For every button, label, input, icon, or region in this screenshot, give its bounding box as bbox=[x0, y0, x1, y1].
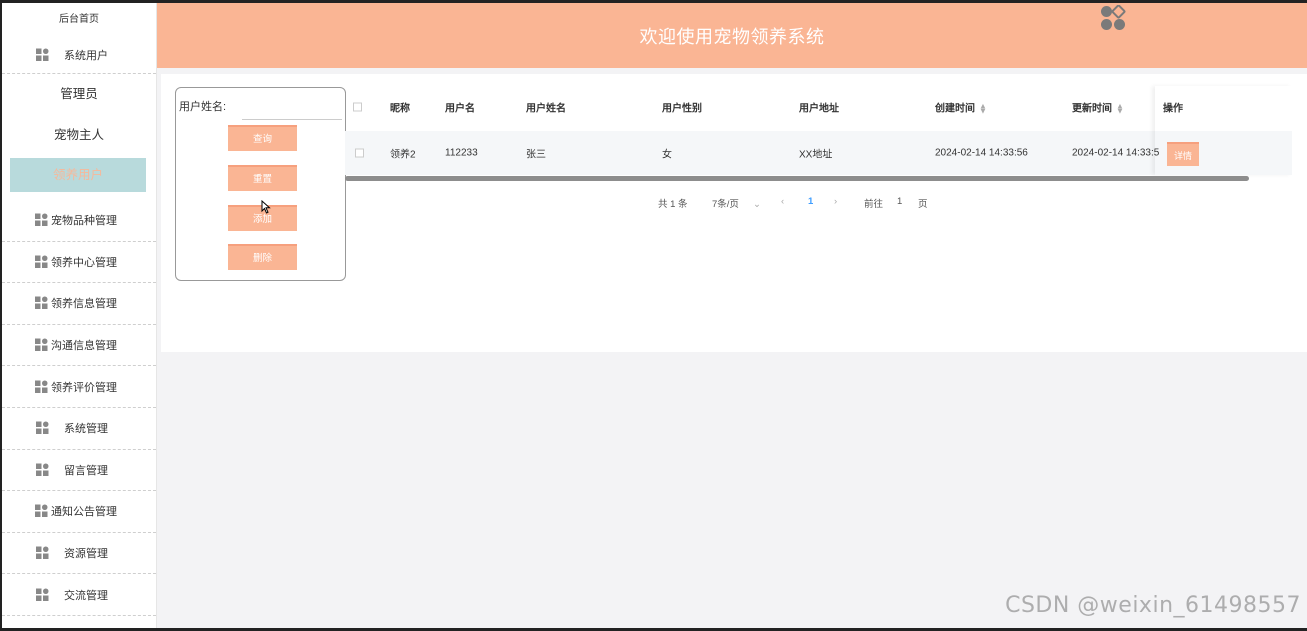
cell-address: XX地址 bbox=[799, 149, 833, 161]
sidebar-sub-adopter[interactable]: 领养用户 bbox=[10, 158, 146, 192]
cell-nickname: 领养2 bbox=[390, 149, 416, 161]
page-size-value: 7条/页 bbox=[712, 199, 739, 210]
sidebar-item-label: 领养信息管理 bbox=[51, 298, 117, 311]
sidebar-item-label: 系统管理 bbox=[64, 423, 108, 436]
sidebar-item-label: 资源管理 bbox=[64, 548, 108, 561]
page-header: 欢迎使用宠物领养系统 bbox=[157, 3, 1307, 68]
header-address: 用户地址 bbox=[799, 103, 839, 115]
detail-button[interactable]: 详情 bbox=[1167, 142, 1199, 166]
cell-created: 2024-02-14 14:33:56 bbox=[935, 147, 1028, 159]
sidebar-item-adoption-info[interactable]: 领养信息管理 bbox=[2, 283, 156, 325]
table-horizontal-scrollbar[interactable] bbox=[345, 176, 1249, 181]
sidebar-sub-pet-owner[interactable]: 宠物主人 bbox=[2, 115, 156, 156]
sidebar-item-resources[interactable]: 资源管理 bbox=[2, 533, 156, 575]
menu-icon bbox=[35, 504, 48, 518]
sidebar-item-adoption-center[interactable]: 领养中心管理 bbox=[2, 242, 156, 284]
page-suffix: 页 bbox=[918, 199, 928, 210]
menu-icon bbox=[36, 546, 49, 560]
sort-icon[interactable]: ▲ ▼ bbox=[979, 102, 987, 115]
sidebar-item-label: 留言管理 bbox=[64, 464, 108, 477]
cell-username: 112233 bbox=[445, 147, 478, 159]
header-gender: 用户性别 bbox=[662, 103, 702, 115]
current-page[interactable]: 1 bbox=[808, 196, 813, 207]
menu-icon bbox=[35, 338, 48, 352]
chevron-down-icon: ⌄ bbox=[752, 199, 761, 210]
next-page-icon[interactable]: › bbox=[834, 196, 837, 207]
menu-icon bbox=[36, 421, 49, 435]
row-checkbox[interactable] bbox=[355, 148, 364, 158]
users-table: 昵称 用户名 用户姓名 用户性别 用户地址 创建时间 ▲ ▼ 更新时间 ▲ ▼ 操作 领… bbox=[345, 86, 1292, 175]
table-header: 昵称 用户名 用户姓名 用户性别 用户地址 创建时间 ▲ ▼ 更新时间 ▲ ▼ 操作 bbox=[345, 86, 1292, 128]
page-size-select[interactable]: 7条/页 ⌄ bbox=[712, 196, 761, 210]
username-search-label: 用户姓名: bbox=[179, 101, 227, 113]
table-row: 领养2 112233 张三 女 XX地址 2024-02-14 14:33:56… bbox=[345, 131, 1292, 175]
header-nickname: 昵称 bbox=[390, 103, 410, 115]
goto-page-input[interactable]: 1 bbox=[897, 196, 902, 207]
menu-icon bbox=[35, 380, 48, 393]
sidebar-item-pet-breed[interactable]: 宠物品种管理 bbox=[2, 200, 156, 242]
sidebar-item-label: 领养评价管理 bbox=[51, 381, 117, 394]
header-username: 用户名 bbox=[445, 103, 475, 115]
query-button[interactable]: 查询 bbox=[228, 125, 297, 151]
header-updated[interactable]: 更新时间 ▲ ▼ bbox=[1072, 100, 1124, 115]
delete-button[interactable]: 删除 bbox=[228, 244, 297, 270]
sort-icon[interactable]: ▲ ▼ bbox=[1116, 102, 1124, 115]
sidebar-item-system[interactable]: 系统管理 bbox=[2, 408, 156, 450]
mouse-cursor-icon bbox=[261, 200, 271, 214]
reset-button[interactable]: 重置 bbox=[228, 165, 297, 191]
clover-logo-icon bbox=[1101, 5, 1126, 30]
menu-icon bbox=[35, 213, 48, 227]
header-created[interactable]: 创建时间 ▲ ▼ bbox=[935, 100, 987, 115]
sidebar-item-communication[interactable]: 沟通信息管理 bbox=[2, 325, 156, 367]
select-all-checkbox[interactable] bbox=[353, 102, 362, 112]
search-panel: 用户姓名: 查询 重置 添加 删除 bbox=[175, 87, 346, 281]
sidebar-item-exchange[interactable]: 交流管理 bbox=[2, 574, 156, 616]
sidebar-item-notices[interactable]: 通知公告管理 bbox=[2, 491, 156, 533]
header-realname: 用户姓名 bbox=[526, 103, 566, 115]
menu-icon bbox=[36, 48, 49, 61]
sidebar-item-label: 交流管理 bbox=[64, 589, 108, 602]
sidebar-item-label: 宠物品种管理 bbox=[51, 215, 117, 228]
menu-icon bbox=[36, 463, 49, 476]
header-updated-label: 更新时间 bbox=[1072, 103, 1112, 115]
page-title: 欢迎使用宠物领养系统 bbox=[639, 27, 825, 47]
pagination-total: 共 1 条 bbox=[658, 199, 688, 210]
header-created-label: 创建时间 bbox=[935, 103, 975, 115]
sidebar-item-home[interactable]: 后台首页 bbox=[2, 3, 156, 36]
sidebar-item-label: 系统用户 bbox=[64, 49, 108, 62]
sidebar-item-review[interactable]: 领养评价管理 bbox=[2, 366, 156, 408]
menu-icon bbox=[36, 588, 49, 601]
sidebar-item-label: 领养中心管理 bbox=[51, 256, 117, 269]
sidebar-sub-admin[interactable]: 管理员 bbox=[2, 74, 156, 115]
sidebar-item-system-user[interactable]: 系统用户 bbox=[2, 36, 156, 74]
menu-icon bbox=[35, 296, 48, 310]
username-search-input[interactable] bbox=[242, 96, 342, 120]
goto-label: 前往 bbox=[864, 199, 884, 210]
header-action: 操作 bbox=[1163, 103, 1183, 115]
watermark: CSDN @weixin_61498557 bbox=[1005, 593, 1301, 618]
cell-updated: 2024-02-14 14:33:5 bbox=[1072, 147, 1160, 159]
sidebar: 后台首页 系统用户 管理员 宠物主人 领养用户 宠物品种管理 领养中心管理 领养… bbox=[0, 3, 157, 628]
cell-realname: 张三 bbox=[526, 149, 546, 161]
sidebar-item-messages[interactable]: 留言管理 bbox=[2, 450, 156, 492]
prev-page-icon[interactable]: ‹ bbox=[781, 196, 784, 207]
menu-icon bbox=[35, 255, 48, 268]
sidebar-item-label: 沟通信息管理 bbox=[51, 340, 117, 353]
cell-gender: 女 bbox=[662, 149, 672, 161]
sidebar-item-label: 通知公告管理 bbox=[51, 506, 117, 519]
